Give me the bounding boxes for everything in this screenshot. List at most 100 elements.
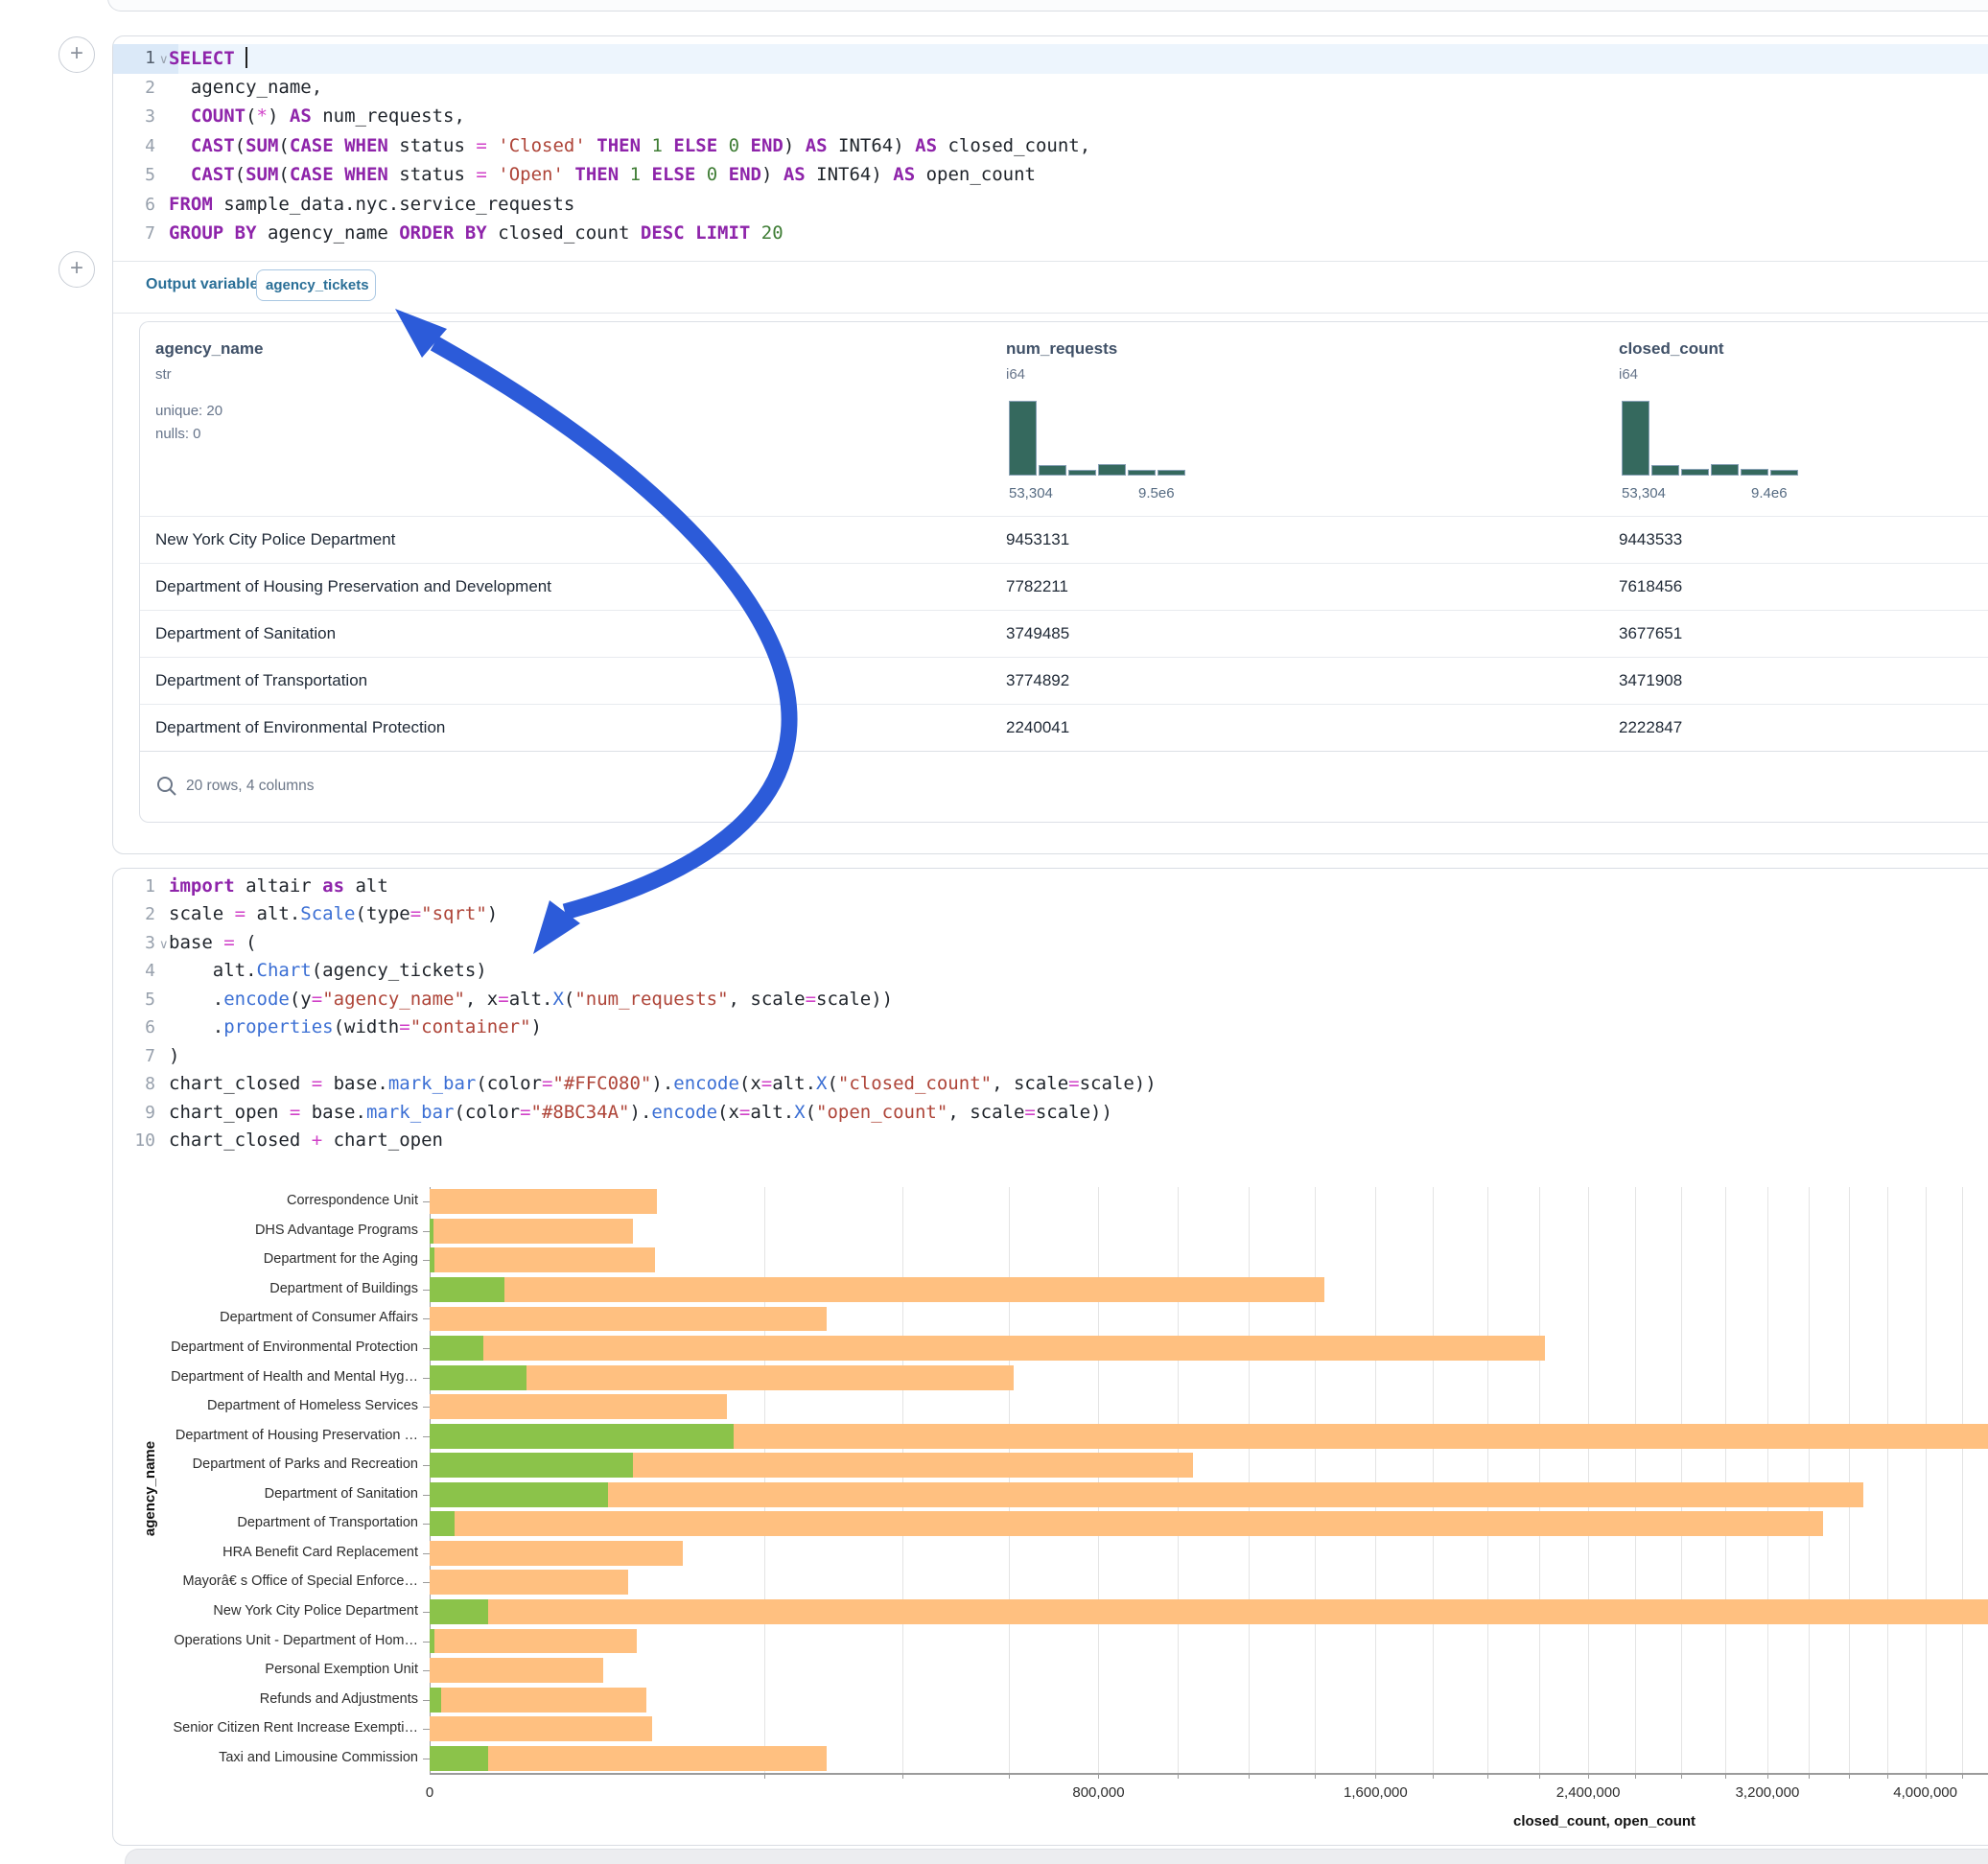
gridline	[1681, 1187, 1682, 1773]
previous-cell-edge	[107, 0, 1988, 12]
x-axis-tick-label: 4,000,000	[1873, 1784, 1978, 1801]
add-cell-button-middle[interactable]: +	[58, 251, 95, 288]
sql-code-editor[interactable]: 1∨SELECT 2 agency_name,3 COUNT(*) AS num…	[113, 36, 1988, 261]
y-tick	[423, 1201, 430, 1202]
y-axis-label: HRA Benefit Card Replacement	[113, 1545, 418, 1560]
table-row[interactable]: Department of Environmental Protection22…	[140, 704, 1988, 752]
code-line[interactable]: import altair as alt	[169, 875, 1988, 897]
code-line[interactable]: .encode(y="agency_name", x=alt.X("num_re…	[169, 989, 1988, 1010]
code-line[interactable]: CAST(SUM(CASE WHEN status = 'Open' THEN …	[169, 164, 1988, 185]
bar-open-count	[430, 1688, 441, 1713]
y-tick	[423, 1729, 430, 1730]
y-tick	[423, 1348, 430, 1349]
table-row[interactable]: Department of Housing Preservation and D…	[140, 563, 1988, 611]
histogram-max-label: 9.4e6	[1751, 485, 1788, 501]
gridline	[1962, 1187, 1963, 1773]
output-variable-pill[interactable]: agency_tickets	[256, 269, 376, 301]
line-number: 10	[113, 1130, 155, 1151]
code-line[interactable]: FROM sample_data.nyc.service_requests	[169, 194, 1988, 215]
line-number: 3	[113, 933, 155, 953]
code-line[interactable]: agency_name,	[169, 77, 1988, 98]
python-code-editor[interactable]: 1 import altair as alt 2 scale = alt.Scale(…	[113, 869, 1988, 1156]
code-line[interactable]: SELECT	[169, 47, 1988, 69]
next-cell-edge	[125, 1849, 1988, 1864]
histogram-bar	[1681, 469, 1709, 476]
bar-closed-count	[430, 1219, 633, 1244]
line-number: 2	[113, 904, 155, 924]
gridline	[1009, 1187, 1010, 1773]
code-line[interactable]: GROUP BY agency_name ORDER BY closed_cou…	[169, 222, 1988, 244]
table-row[interactable]: Department of Sanitation37494853677651	[140, 610, 1988, 658]
table-cell: 9443533	[1619, 530, 1682, 549]
search-icon[interactable]	[155, 775, 178, 798]
bar-open-count	[430, 1453, 633, 1478]
code-line[interactable]: scale = alt.Scale(type="sqrt")	[169, 903, 1988, 924]
gridline	[1249, 1187, 1250, 1773]
column-title: closed_count	[1619, 339, 1724, 359]
y-tick	[423, 1670, 430, 1671]
y-axis-label: Department of Environmental Protection	[113, 1340, 418, 1355]
bar-open-count	[430, 1746, 488, 1771]
histogram-bar	[1158, 470, 1185, 476]
fold-chevron-icon[interactable]: ∨	[159, 937, 169, 952]
table-cell: Department of Sanitation	[155, 624, 336, 643]
gridline	[1375, 1187, 1376, 1773]
x-axis-tick-label: 800,000	[1045, 1784, 1151, 1801]
y-tick	[423, 1260, 430, 1261]
histogram-bar	[1651, 465, 1679, 476]
y-axis-label: Personal Exemption Unit	[113, 1662, 418, 1677]
line-number: 6	[113, 1017, 155, 1037]
y-axis-label: Mayorâ€ s Office of Special Enforce…	[113, 1573, 418, 1589]
table-header: agency_namestrunique: 20nulls: 0num_requ…	[140, 322, 1988, 516]
line-number: 3	[113, 106, 155, 127]
code-line[interactable]: COUNT(*) AS num_requests,	[169, 105, 1988, 127]
code-line[interactable]: alt.Chart(agency_tickets)	[169, 960, 1988, 981]
table-row[interactable]: New York City Police Department945313194…	[140, 516, 1988, 564]
table-cell: 7618456	[1619, 577, 1682, 596]
result-table-card: agency_namestrunique: 20nulls: 0num_requ…	[139, 321, 1988, 823]
bar-open-count	[430, 1247, 434, 1272]
y-tick	[423, 1436, 430, 1437]
python-cell-card: 1 import altair as alt 2 scale = alt.Scale(…	[112, 868, 1988, 1846]
gridline	[1178, 1187, 1179, 1773]
y-tick	[423, 1378, 430, 1379]
bar-closed-count	[430, 1277, 1324, 1302]
code-line[interactable]: .properties(width="container")	[169, 1016, 1988, 1037]
code-line[interactable]: CAST(SUM(CASE WHEN status = 'Closed' THE…	[169, 135, 1988, 156]
code-line[interactable]: base = (	[169, 932, 1988, 953]
table-cell: 3749485	[1006, 624, 1069, 643]
line-number: 9	[113, 1103, 155, 1123]
altair-chart-output: Correspondence UnitDHS Advantage Program…	[113, 1156, 1988, 1845]
gridline	[1849, 1187, 1850, 1773]
y-tick	[423, 1642, 430, 1643]
line-number: 1	[113, 876, 155, 897]
bar-closed-count	[430, 1599, 1988, 1624]
code-line[interactable]: chart_open = base.mark_bar(color="#8BC34…	[169, 1102, 1988, 1123]
bar-closed-count	[430, 1570, 628, 1595]
histogram-bar	[1741, 469, 1768, 476]
code-line[interactable]: chart_closed + chart_open	[169, 1130, 1988, 1151]
table-cell: 2222847	[1619, 718, 1682, 737]
table-cell: 2240041	[1006, 718, 1069, 737]
y-axis-label: Refunds and Adjustments	[113, 1691, 418, 1707]
y-axis-label: Department of Parks and Recreation	[113, 1456, 418, 1472]
code-line[interactable]: )	[169, 1045, 1988, 1066]
histogram-bar	[1770, 470, 1798, 476]
notebook-page: + + 1∨SELECT 2 agency_name,3 COUNT(*) AS…	[0, 0, 1988, 1864]
y-axis-label: Department of Transportation	[113, 1515, 418, 1530]
table-row[interactable]: Department of Transportation377489234719…	[140, 657, 1988, 705]
gridline	[1588, 1187, 1589, 1773]
text-cursor	[246, 47, 247, 68]
line-number: 4	[113, 136, 155, 156]
y-axis-label: DHS Advantage Programs	[113, 1223, 418, 1238]
bar-closed-count	[430, 1307, 827, 1332]
line-number: 7	[113, 223, 155, 244]
bar-closed-count	[430, 1629, 637, 1654]
x-axis-line	[430, 1773, 1988, 1775]
code-line[interactable]: chart_closed = base.mark_bar(color="#FFC…	[169, 1073, 1988, 1094]
gridline	[1315, 1187, 1316, 1773]
fold-chevron-icon[interactable]: ∨	[159, 52, 169, 67]
gridline	[1767, 1187, 1768, 1773]
column-title: agency_name	[155, 339, 263, 359]
add-cell-button-top[interactable]: +	[58, 36, 95, 73]
